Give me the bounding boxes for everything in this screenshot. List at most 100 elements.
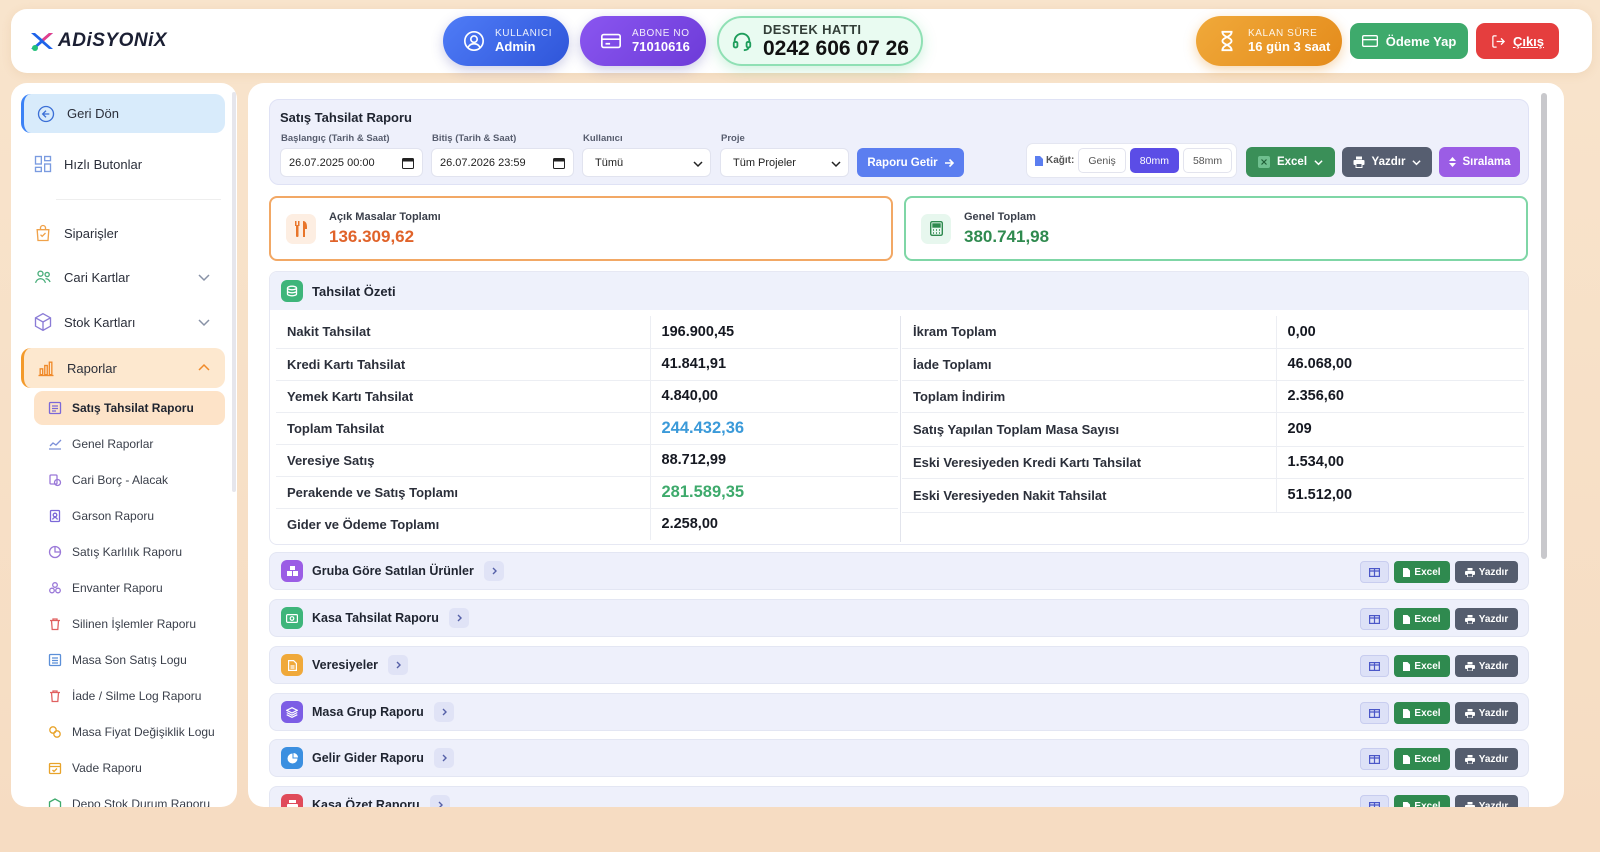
columns-button[interactable]: [1360, 561, 1389, 583]
table-row: Yemek Kartı Tahsilat 4.840,00: [276, 380, 898, 413]
chevron-right-icon[interactable]: [433, 702, 454, 722]
acik-masalar-value: 136.309,62: [329, 226, 415, 246]
excel-button[interactable]: Excel: [1394, 561, 1450, 583]
raporu-getir-label: Raporu Getir: [867, 156, 938, 169]
excel-label: Excel: [1414, 613, 1441, 625]
sidebar-item-siparisler[interactable]: Siparişler: [21, 213, 225, 253]
money-stack-icon: [281, 280, 303, 302]
excel-button[interactable]: Excel: [1394, 702, 1450, 724]
columns-icon: [1369, 708, 1380, 718]
proje-select-value: Tüm Projeler: [733, 156, 796, 169]
sidebar-subitem-envanter[interactable]: Envanter Raporu: [34, 571, 225, 605]
excel-label: Excel: [1414, 753, 1441, 765]
sidebar-subitem-garson[interactable]: Garson Raporu: [34, 499, 225, 533]
row-value: 209: [1275, 412, 1524, 447]
sidebar-subitem-iade-silme-log[interactable]: İade / Silme Log Raporu: [34, 679, 225, 713]
abone-pill[interactable]: ABONE NO 71010616: [580, 16, 706, 66]
sidebar-item-geri-don[interactable]: Geri Dön: [21, 94, 225, 133]
section-title: Kasa Özet Raporu: [312, 798, 420, 807]
yazdir-button[interactable]: Yazdır: [1455, 608, 1518, 630]
columns-button[interactable]: [1360, 748, 1389, 770]
box-icon: [34, 312, 52, 332]
raporu-getir-button[interactable]: Raporu Getir: [857, 148, 964, 177]
brand-logo[interactable]: ADiSYONiX: [29, 30, 167, 52]
start-date-input[interactable]: 26.07.2025 00:00: [280, 148, 423, 177]
chevron-right-icon[interactable]: [483, 561, 504, 581]
abone-label: ABONE NO: [632, 28, 690, 39]
calendar-icon[interactable]: [553, 157, 565, 169]
genel-toplam-value: 380.741,98: [964, 226, 1050, 246]
excel-button[interactable]: Excel: [1394, 748, 1450, 770]
sidebar-item-hizli-butonlar[interactable]: Hızlı Butonlar: [21, 144, 225, 184]
columns-button[interactable]: [1360, 655, 1389, 677]
user-select[interactable]: Tümü: [582, 148, 711, 177]
excel-dropdown-button[interactable]: Excel: [1246, 147, 1335, 177]
yazdir-button[interactable]: Yazdır: [1455, 795, 1518, 807]
sidebar-scrollbar[interactable]: [232, 92, 236, 492]
main-scrollbar[interactable]: [1541, 93, 1547, 559]
calendar-icon[interactable]: [402, 157, 414, 169]
sidebar-item-stok-kartlari[interactable]: Stok Kartları: [21, 302, 225, 342]
bar-chart-icon: [38, 361, 54, 377]
yazdir-button[interactable]: Yazdır: [1455, 655, 1518, 677]
sidebar-subitem-masa-fiyat-log[interactable]: Masa Fiyat Değişiklik Logu: [34, 715, 225, 749]
row-value: 1.534,00: [1275, 446, 1524, 479]
destek-pill[interactable]: DESTEK HATTI 0242 606 07 26: [717, 16, 923, 66]
yazdir-button[interactable]: Yazdır: [1455, 702, 1518, 724]
cikis-button[interactable]: Çıkış: [1476, 23, 1559, 59]
odeme-yap-button[interactable]: Ödeme Yap: [1350, 23, 1468, 59]
excel-button[interactable]: Excel: [1394, 655, 1450, 677]
file-excel-icon: [1403, 708, 1411, 718]
yazdir-button[interactable]: Yazdır: [1455, 561, 1518, 583]
section-kasa-tahsilat[interactable]: Kasa Tahsilat Raporu Excel Yazdır: [269, 599, 1529, 637]
siralama-button[interactable]: Sıralama: [1439, 147, 1520, 177]
excel-button[interactable]: Excel: [1394, 608, 1450, 630]
yazdir-label: Yazdır: [1478, 753, 1509, 765]
section-veresiyeler[interactable]: Veresiyeler Excel Yazdır: [269, 646, 1529, 684]
hizli-butonlar-label: Hızlı Butonlar: [64, 156, 143, 172]
yazdir-button[interactable]: Yazdır: [1455, 748, 1518, 770]
chevron-down-icon: [1412, 159, 1422, 165]
sidebar-divider: [56, 199, 221, 200]
user-pill[interactable]: KULLANICI Admin: [443, 16, 569, 66]
kagit-option-80mm[interactable]: 80mm: [1129, 148, 1179, 173]
section-title: Veresiyeler: [312, 658, 379, 672]
end-date-input[interactable]: 26.07.2026 23:59: [431, 148, 574, 177]
sidebar-subitem-silinen-islemler[interactable]: Silinen İşlemler Raporu: [34, 607, 225, 641]
sidebar-subitem-satis-tahsilat[interactable]: Satış Tahsilat Raporu: [34, 391, 225, 425]
user-select-value: Tümü: [595, 156, 624, 169]
chevron-right-icon[interactable]: [388, 655, 409, 675]
columns-button[interactable]: [1360, 702, 1389, 724]
sidebar-subitem-genel-raporlar[interactable]: Genel Raporlar: [34, 427, 225, 461]
printer-icon: [1464, 661, 1475, 671]
file-excel-icon: [1403, 754, 1411, 764]
kagit-option-58mm[interactable]: 58mm: [1182, 148, 1233, 173]
section-gruba-gore[interactable]: Gruba Göre Satılan Ürünler Excel Yazdır: [269, 552, 1529, 590]
sidebar-subitem-masa-son-satis[interactable]: Masa Son Satış Logu: [34, 643, 225, 677]
table-row: Nakit Tahsilat 196.900,45: [276, 316, 898, 349]
kagit-option-genis[interactable]: Geniş: [1078, 148, 1126, 173]
proje-select[interactable]: Tüm Projeler: [720, 148, 849, 177]
chevron-right-icon[interactable]: [448, 608, 469, 628]
card-icon: [601, 33, 621, 49]
yazdir-dropdown-button[interactable]: Yazdır: [1342, 147, 1432, 177]
users-icon: [34, 270, 51, 284]
excel-button[interactable]: Excel: [1394, 795, 1450, 807]
logout-icon: [1492, 34, 1505, 48]
subitem-label: Silinen İşlemler Raporu: [72, 617, 197, 631]
section-kasa-ozet[interactable]: Kasa Özet Raporu Excel Yazdır: [269, 786, 1529, 807]
chevron-right-icon[interactable]: [433, 748, 454, 768]
sidebar-item-cari-kartlar[interactable]: Cari Kartlar: [21, 257, 225, 297]
sidebar-subitem-vade[interactable]: Vade Raporu: [34, 751, 225, 785]
section-gelir-gider[interactable]: Gelir Gider Raporu Excel Yazdır: [269, 739, 1529, 777]
headset-icon: [732, 32, 752, 52]
sidebar-item-raporlar[interactable]: Raporlar: [21, 348, 225, 388]
exchange-icon: [49, 474, 62, 487]
sidebar-subitem-satis-karlilik[interactable]: Satış Karlılık Raporu: [34, 535, 225, 569]
chevron-right-icon[interactable]: [429, 795, 450, 807]
sidebar-subitem-depo-stok[interactable]: Depo Stok Durum Raporu: [34, 787, 225, 807]
sidebar-subitem-cari-borc[interactable]: Cari Borç - Alacak: [34, 463, 225, 497]
columns-button[interactable]: [1360, 608, 1389, 630]
columns-button[interactable]: [1360, 795, 1389, 807]
section-masa-grup[interactable]: Masa Grup Raporu Excel Yazdır: [269, 693, 1529, 731]
